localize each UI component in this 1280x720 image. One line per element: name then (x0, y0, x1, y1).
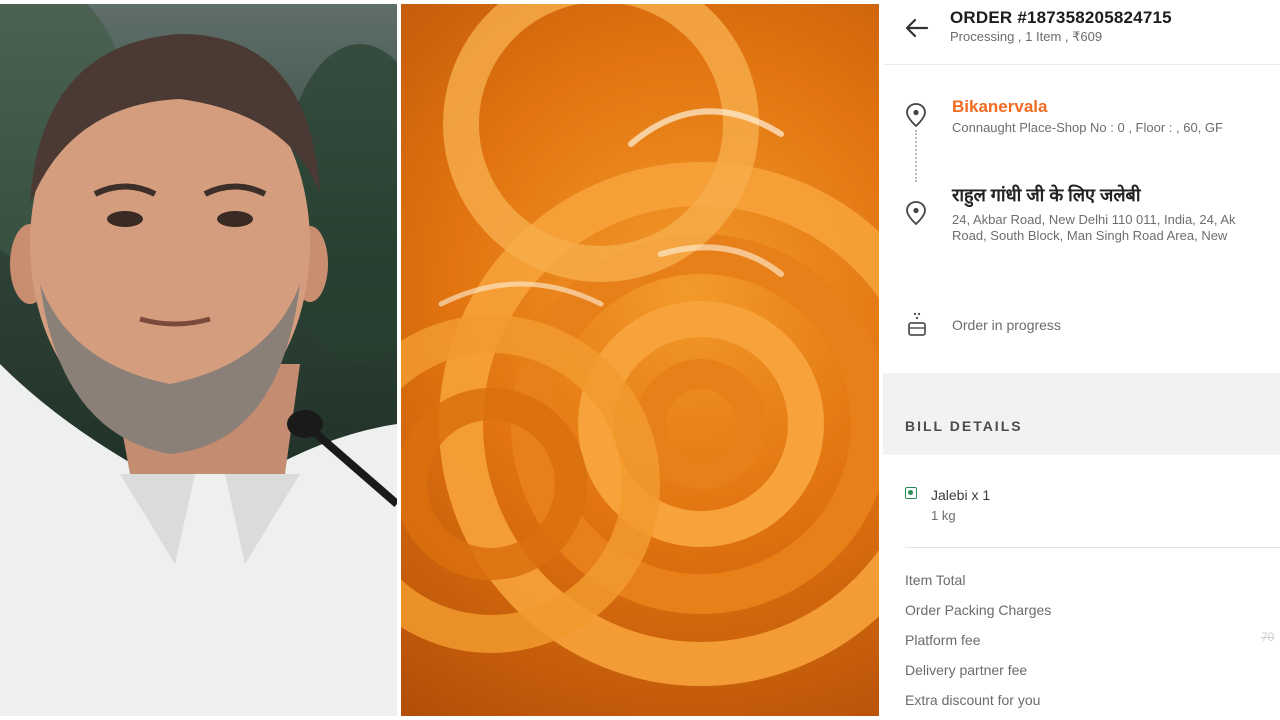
order-status-icon (908, 312, 926, 336)
order-id-title: ORDER #187358205824715 (950, 8, 1172, 27)
delivery-address-line2: Road, South Block, Man Singh Road Area, … (952, 228, 1228, 243)
order-status-summary: Processing , 1 Item , ₹609 (950, 29, 1103, 44)
delivery-name: राहुल गांधी जी के लिए जलेबी (952, 185, 1141, 205)
bill-row-packing-charges: Order Packing Charges (905, 602, 1052, 618)
bill-row-platform-fee: Platform fee (905, 632, 981, 648)
bill-row-delivery-fee: Delivery partner fee (905, 662, 1028, 678)
route-connector (915, 130, 917, 182)
portrait-illustration (0, 4, 397, 716)
bill-details-header (883, 373, 1280, 455)
order-details-screen: ORDER #187358205824715 Processing , 1 It… (883, 0, 1280, 720)
bill-row-item-total: Item Total (905, 572, 966, 588)
jalebi-illustration (401, 4, 879, 686)
platform-fee-original-value: 70 (1261, 630, 1275, 644)
delivery-address-line1: 24, Akbar Road, New Delhi 110 011, India… (952, 212, 1236, 227)
bill-item-quantity: 1 kg (931, 508, 956, 523)
veg-indicator-icon (905, 487, 917, 499)
bill-details-title: BILL DETAILS (905, 418, 1023, 434)
bill-row-extra-discount: Extra discount for you (905, 692, 1041, 708)
location-pin-icon (906, 201, 926, 226)
order-header: ORDER #187358205824715 Processing , 1 It… (883, 0, 1280, 65)
bill-item-name: Jalebi x 1 (931, 487, 991, 503)
restaurant-name[interactable]: Bikanervala (952, 97, 1047, 117)
portrait-photo (0, 4, 397, 716)
back-arrow-icon[interactable] (903, 14, 931, 42)
location-pin-icon (906, 103, 926, 128)
jalebi-photo (401, 4, 879, 716)
order-progress-status: Order in progress (952, 317, 1061, 333)
restaurant-address: Connaught Place-Shop No : 0 , Floor : , … (952, 120, 1223, 135)
bill-divider (905, 547, 1280, 548)
